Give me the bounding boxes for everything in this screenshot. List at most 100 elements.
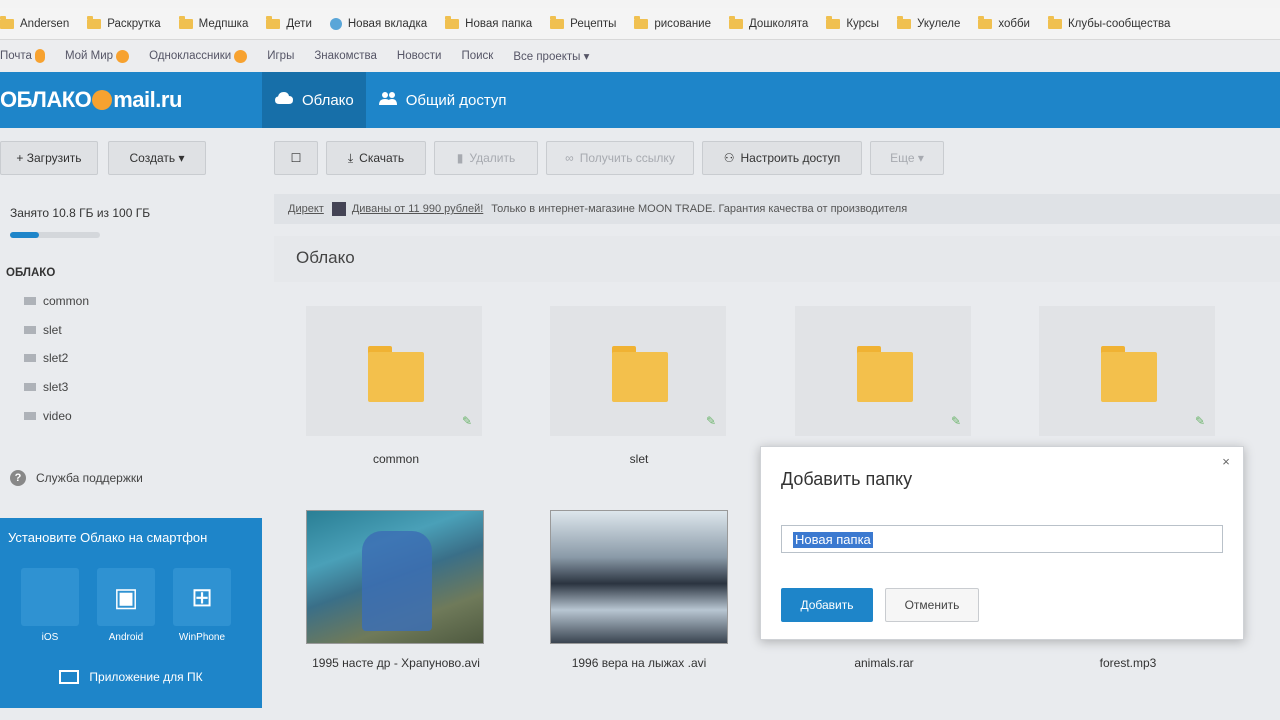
folder-tile[interactable]: ✎ — [550, 306, 726, 436]
folder-icon — [24, 297, 36, 305]
sidebar-folder-common[interactable]: common — [24, 294, 89, 308]
bookmark-new-tab[interactable]: Новая вкладка — [329, 17, 427, 30]
add-folder-dialog: Добавить папку × Новая папка Добавить От… — [760, 446, 1244, 640]
at-sign-icon — [92, 90, 113, 110]
upload-button[interactable]: + Загрузить — [0, 141, 98, 175]
folder-icon — [1047, 15, 1062, 29]
ad-link[interactable]: Диваны от 11 990 рублей! — [352, 203, 483, 215]
portal-nav-dating[interactable]: Знакомства — [314, 50, 377, 62]
file-name[interactable]: animals.rar — [784, 655, 984, 671]
bookmark-label: хобби — [998, 17, 1030, 30]
pc-app-link[interactable]: Приложение для ПК — [0, 670, 262, 684]
bookmark-label: Andersen — [20, 17, 70, 30]
winphone-app-link[interactable]: ⊞ WinPhone — [172, 568, 232, 643]
platform-label: iOS — [41, 632, 59, 643]
folder-icon — [178, 15, 193, 29]
ios-app-link[interactable]: iOS — [20, 568, 80, 643]
question-icon: ? — [10, 470, 26, 486]
tab-cloud-label: Облако — [302, 91, 354, 109]
portal-nav-all-projects[interactable]: Все проекты ▾ — [513, 49, 589, 63]
folder-icon — [1101, 346, 1157, 402]
folder-tile[interactable]: ✎ — [1039, 306, 1215, 436]
download-button[interactable]: ⤓ Скачать — [326, 141, 426, 175]
folder-tile[interactable]: ✎ — [795, 306, 971, 436]
mobile-app-promo: Установите Облако на смартфон iOS ▣ Andro… — [0, 518, 262, 708]
bookmark-deti[interactable]: Дети — [266, 15, 312, 30]
cancel-button[interactable]: Отменить — [885, 588, 979, 622]
portal-nav-label: Мой Мир — [64, 50, 114, 62]
folder-icon — [634, 15, 649, 29]
tab-cloud[interactable]: Облако — [262, 72, 366, 128]
shared-link-icon: ✎ — [1195, 414, 1206, 428]
portal-nav-mail[interactable]: Почта — [0, 49, 45, 63]
video-thumbnail[interactable] — [306, 510, 484, 644]
folder-icon — [897, 15, 912, 29]
download-icon: ⤓ — [347, 150, 354, 165]
folder-icon — [0, 15, 14, 29]
bookmark-raskrutka[interactable]: Раскрутка — [87, 15, 161, 30]
ad-text: Только в интернет-магазине MOON TRADE. Г… — [491, 203, 908, 215]
delete-label: Удалить — [469, 151, 516, 165]
folder-tile[interactable]: ✎ — [306, 306, 482, 436]
select-all-checkbox[interactable]: ☐ — [274, 141, 318, 175]
portal-nav-mymir[interactable]: Мой Мир — [64, 49, 130, 63]
bookmark-recipes[interactable]: Рецепты — [550, 15, 616, 30]
bookmark-clubs[interactable]: Клубы-сообщества — [1047, 15, 1170, 30]
folder-icon — [24, 326, 36, 334]
sidebar: Занято 10.8 ГБ из 100 ГБ ОБЛАКО common s… — [0, 192, 262, 720]
portal-nav-label: Поиск — [461, 50, 494, 62]
ad-label[interactable]: Директ — [288, 203, 324, 215]
bookmark-preschool[interactable]: Дошколята — [729, 15, 809, 30]
tab-shared[interactable]: Общий доступ — [366, 72, 519, 128]
bookmark-label: Дошколята — [749, 17, 809, 30]
file-name[interactable]: 1995 насте др - Храпуново.avi — [296, 655, 496, 671]
portal-nav-search[interactable]: Поиск — [461, 50, 493, 62]
folder-icon — [24, 412, 36, 420]
sidebar-folder-slet3[interactable]: slet3 — [24, 380, 68, 394]
get-link-button[interactable]: ∞ Получить ссылку — [546, 141, 694, 175]
portal-nav-news[interactable]: Новости — [397, 50, 442, 62]
bookmark-courses[interactable]: Курсы — [826, 15, 879, 30]
portal-nav-label: Почта — [0, 50, 32, 62]
create-button[interactable]: Создать ▾ — [108, 141, 206, 175]
logo[interactable]: ОБЛАКО mail.ru — [0, 87, 262, 113]
bookmark-ukulele[interactable]: Укулеле — [897, 15, 960, 30]
video-thumbnail[interactable] — [550, 510, 728, 644]
support-link[interactable]: ? Служба поддержки — [10, 470, 143, 486]
delete-button[interactable]: ▮ Удалить — [434, 141, 538, 175]
sidebar-folder-video[interactable]: video — [24, 409, 72, 423]
folder-label: slet3 — [43, 380, 69, 394]
bookmark-label: Дети — [286, 17, 312, 30]
add-button[interactable]: Добавить — [781, 588, 873, 622]
configure-access-label: Настроить доступ — [740, 151, 841, 165]
portal-nav-games[interactable]: Игры — [267, 50, 294, 62]
portal-nav-label: Знакомства — [314, 50, 377, 62]
shared-link-icon: ✎ — [462, 414, 473, 428]
globe-icon — [329, 17, 342, 30]
bookmark-new-folder[interactable]: Новая папка — [445, 15, 532, 30]
bookmark-medpshka[interactable]: Медпшка — [178, 15, 248, 30]
tree-root[interactable]: ОБЛАКО — [6, 267, 55, 279]
sidebar-folder-slet[interactable]: slet — [24, 323, 62, 337]
portal-nav-ok[interactable]: Одноклассники — [149, 49, 248, 63]
bookmark-andersen[interactable]: Andersen — [0, 15, 70, 30]
bookmark-hobby[interactable]: хобби — [978, 15, 1030, 30]
file-name[interactable]: forest.mp3 — [1028, 655, 1228, 671]
file-name[interactable]: 1996 вера на лыжах .avi — [539, 655, 739, 671]
mail-badge — [34, 49, 45, 63]
configure-access-button[interactable]: ⚇ Настроить доступ — [702, 141, 862, 175]
android-app-link[interactable]: ▣ Android — [96, 568, 156, 643]
selected-text: Новая папка — [793, 532, 873, 548]
windows-icon: ⊞ — [173, 568, 231, 626]
folder-icon — [266, 15, 281, 29]
pc-app-label: Приложение для ПК — [89, 670, 203, 684]
sidebar-folder-slet2[interactable]: slet2 — [24, 351, 68, 365]
close-icon[interactable]: × — [1219, 455, 1233, 469]
more-button[interactable]: Еще ▾ — [870, 141, 944, 175]
folder-name[interactable]: slet — [539, 451, 739, 467]
folder-icon — [24, 383, 36, 391]
breadcrumb: Облако — [274, 236, 1280, 282]
folder-name[interactable]: common — [296, 451, 496, 467]
bookmarks-bar: Andersen Раскрутка Медпшка Дети Новая вк… — [0, 8, 1280, 40]
bookmark-drawing[interactable]: рисование — [634, 15, 711, 30]
